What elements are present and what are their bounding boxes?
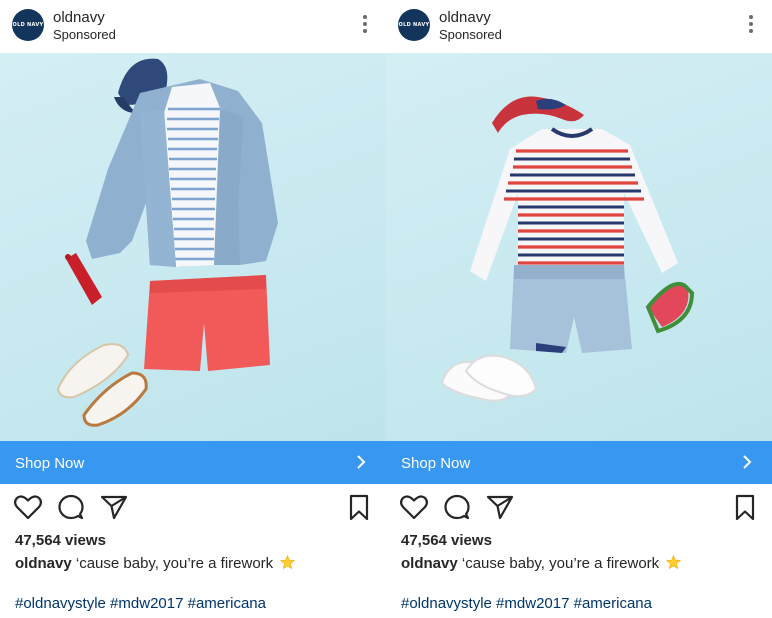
caption-text: ‘cause baby, you’re a firework bbox=[75, 555, 274, 572]
username[interactable]: oldnavy bbox=[53, 9, 105, 26]
bookmark-icon[interactable] bbox=[344, 492, 374, 522]
sponsored-label: Sponsored bbox=[53, 27, 116, 42]
more-options-icon[interactable] bbox=[748, 15, 754, 35]
sponsored-label: Sponsored bbox=[439, 27, 502, 42]
shop-now-button[interactable]: Shop Now bbox=[386, 441, 772, 484]
bookmark-icon[interactable] bbox=[730, 492, 760, 522]
avatar[interactable]: OLD NAVY bbox=[398, 9, 430, 41]
shop-now-label: Shop Now bbox=[401, 455, 471, 472]
comment-icon[interactable] bbox=[442, 492, 472, 522]
comment-icon[interactable] bbox=[56, 492, 86, 522]
heart-icon[interactable] bbox=[399, 492, 429, 522]
sponsored-post-1: OLD NAVY oldnavy Sponsored Shop Now 47,5… bbox=[0, 0, 386, 618]
star-icon bbox=[666, 555, 682, 570]
username[interactable]: oldnavy bbox=[439, 9, 491, 26]
share-icon[interactable] bbox=[99, 492, 129, 522]
caption-username[interactable]: oldnavy bbox=[401, 555, 458, 572]
share-icon[interactable] bbox=[485, 492, 515, 522]
post-header: OLD NAVY oldnavy Sponsored bbox=[0, 0, 386, 52]
star-icon bbox=[280, 555, 296, 570]
caption-text: ‘cause baby, you’re a firework bbox=[461, 555, 660, 572]
chevron-right-icon bbox=[743, 455, 752, 469]
post-image[interactable] bbox=[386, 53, 772, 441]
action-bar bbox=[386, 492, 772, 526]
hashtags[interactable]: #oldnavystyle #mdw2017 #americana bbox=[401, 595, 652, 612]
sponsored-post-2: OLD NAVY oldnavy Sponsored Shop Now 47,5… bbox=[386, 0, 772, 618]
view-count: 47,564 views bbox=[401, 532, 492, 549]
outfit-illustration bbox=[440, 96, 695, 402]
view-count: 47,564 views bbox=[15, 532, 106, 549]
shop-now-label: Shop Now bbox=[15, 455, 85, 472]
heart-icon[interactable] bbox=[13, 492, 43, 522]
caption: oldnavy ‘cause baby, you’re a firework bbox=[15, 555, 296, 572]
post-image[interactable] bbox=[0, 53, 386, 441]
post-header: OLD NAVY oldnavy Sponsored bbox=[386, 0, 772, 52]
chevron-right-icon bbox=[357, 455, 366, 469]
outfit-illustration bbox=[56, 58, 278, 427]
caption: oldnavy ‘cause baby, you’re a firework bbox=[401, 555, 682, 572]
caption-username[interactable]: oldnavy bbox=[15, 555, 72, 572]
more-options-icon[interactable] bbox=[362, 15, 368, 35]
action-bar bbox=[0, 492, 386, 526]
avatar[interactable]: OLD NAVY bbox=[12, 9, 44, 41]
hashtags[interactable]: #oldnavystyle #mdw2017 #americana bbox=[15, 595, 266, 612]
shop-now-button[interactable]: Shop Now bbox=[0, 441, 386, 484]
